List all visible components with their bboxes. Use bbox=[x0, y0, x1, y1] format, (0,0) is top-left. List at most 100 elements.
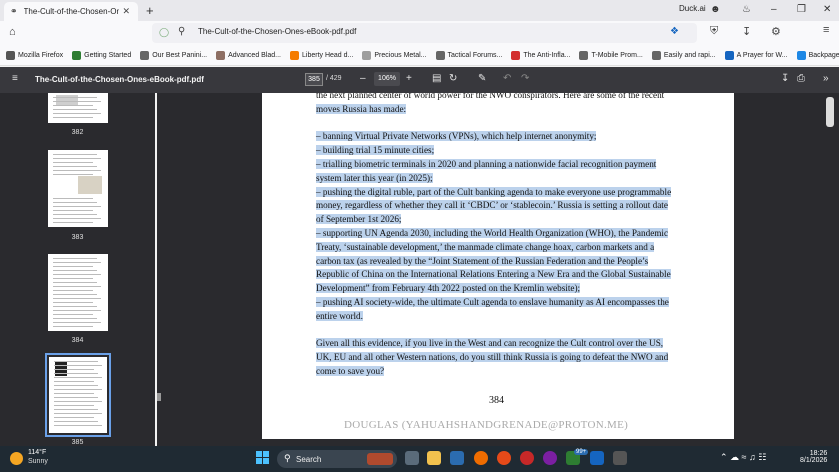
weather-widget[interactable] bbox=[10, 449, 23, 465]
text-line: – trialling biometric terminals in 2020 … bbox=[316, 158, 657, 170]
highlight-icon[interactable]: ✎ bbox=[478, 73, 486, 84]
thumb-text-line bbox=[53, 113, 101, 114]
bookmark-icon[interactable]: ❖ bbox=[670, 26, 679, 37]
thumb-text-line bbox=[53, 109, 97, 110]
mail-icon[interactable] bbox=[450, 451, 464, 465]
windows-taskbar bbox=[0, 446, 839, 472]
main-scrollbar[interactable] bbox=[826, 97, 834, 127]
clock[interactable]: 18:26 8/1/2026 bbox=[800, 450, 827, 464]
page-fit-icon[interactable]: ▤ bbox=[432, 73, 441, 84]
app-icon[interactable] bbox=[613, 451, 627, 465]
thumb-text-line bbox=[54, 409, 98, 410]
globe-icon: ⚭ bbox=[10, 6, 18, 16]
text-line-content: – pushing the digital ruble, part of the… bbox=[316, 186, 672, 197]
text-line-content: – pushing AI society-wide, the ultimate … bbox=[316, 297, 669, 307]
bookmark-item[interactable]: Liberty Head d... bbox=[290, 50, 353, 60]
bookmark-item[interactable]: Tactical Forums... bbox=[435, 50, 502, 60]
bookmark-item[interactable]: Easily and rapi... bbox=[651, 50, 716, 60]
zoom-select[interactable]: 106% bbox=[374, 72, 400, 86]
tab-title: The-Cult-of-the-Chosen-Ones bbox=[23, 7, 119, 16]
bookmark-label: Precious Metal... bbox=[374, 51, 427, 59]
thumbnail-label: 383 bbox=[71, 234, 84, 241]
date: 8/1/2026 bbox=[800, 457, 828, 464]
thumb-text-line bbox=[54, 373, 98, 374]
print-icon[interactable]: ⎙ bbox=[797, 73, 805, 84]
task-view-icon[interactable] bbox=[405, 451, 419, 465]
thumbnail-383[interactable] bbox=[48, 150, 108, 227]
zoom-in-icon[interactable]: + bbox=[406, 73, 412, 84]
bookmark-favicon-icon bbox=[216, 50, 226, 60]
url-text[interactable]: The-Cult-of-the-Chosen-Ones-eBook-pdf.pd… bbox=[198, 27, 356, 36]
active-tab[interactable]: ⚭ The-Cult-of-the-Chosen-Ones ✕ bbox=[4, 2, 138, 21]
bookmarks-bar: Mozilla Firefox Getting Started Our Best P… bbox=[0, 45, 839, 66]
close-window-icon[interactable]: ✕ bbox=[823, 4, 831, 15]
redo-icon[interactable]: ↷ bbox=[521, 73, 529, 84]
page-total: / 429 bbox=[326, 75, 342, 82]
new-tab-button[interactable]: + bbox=[146, 3, 154, 18]
pdf-title: The-Cult-of-the-Chosen-Ones-eBook-pdf.pd… bbox=[35, 75, 204, 84]
bookmark-item[interactable]: Getting Started bbox=[72, 50, 131, 60]
more-tools-icon[interactable]: » bbox=[823, 73, 829, 84]
thumbnail-382[interactable] bbox=[48, 93, 108, 123]
sidebar-toggle-icon[interactable]: ≡ bbox=[12, 73, 18, 84]
thumb-text-line bbox=[54, 389, 102, 390]
extensions-icon[interactable]: ⚙ bbox=[771, 25, 781, 38]
duckduckgo-icon[interactable] bbox=[497, 451, 511, 465]
text-line-content: the next planned center of world power f… bbox=[316, 93, 665, 100]
thumbnail-385[interactable] bbox=[49, 357, 107, 433]
page-number-input[interactable]: 385 bbox=[305, 73, 323, 86]
bookmark-item[interactable]: T-Mobile Prom... bbox=[579, 50, 643, 60]
shield-check-icon[interactable]: ⛨ bbox=[710, 25, 718, 38]
thumb-text-line bbox=[53, 158, 101, 159]
bookmark-item[interactable]: Our Best Panini... bbox=[140, 50, 207, 60]
bookmark-item[interactable]: A Prayer for W... bbox=[724, 50, 788, 60]
app-icon[interactable] bbox=[520, 451, 534, 465]
taskbar-search[interactable] bbox=[277, 450, 397, 468]
text-line: system later this year (in 2025); bbox=[316, 172, 433, 184]
menu-icon[interactable]: ≡ bbox=[823, 24, 829, 36]
app-icon[interactable] bbox=[543, 451, 557, 465]
text-line-content: system later this year (in 2025); bbox=[316, 172, 433, 183]
maximize-icon[interactable]: ❐ bbox=[797, 4, 806, 15]
tray-icons[interactable]: ⌃ ☁ ≈ ♫ ☷ bbox=[720, 452, 766, 463]
bookmark-favicon-icon bbox=[290, 50, 300, 60]
duck-logo-icon[interactable]: ☻ bbox=[710, 4, 721, 15]
home-icon[interactable]: ⌂ bbox=[9, 26, 16, 38]
text-line-content: Republic of China on the International R… bbox=[316, 269, 671, 280]
thumb-text-line bbox=[54, 361, 98, 362]
app-icon[interactable] bbox=[590, 451, 604, 465]
fire-icon[interactable]: ♨ bbox=[742, 4, 751, 15]
download-pdf-icon[interactable]: ↧ bbox=[781, 73, 789, 84]
thumb-text-line bbox=[53, 294, 97, 295]
close-tab-icon[interactable]: ✕ bbox=[123, 6, 131, 17]
text-line: of September 1st 2026; bbox=[316, 213, 402, 225]
thumb-text-line bbox=[53, 105, 93, 106]
text-line: – banning Virtual Private Networks (VPNs… bbox=[316, 130, 597, 142]
bookmark-label: Advanced Blad... bbox=[228, 51, 282, 59]
shield-icon[interactable]: ◯ bbox=[159, 27, 169, 38]
thumb-text-line bbox=[53, 270, 97, 271]
download-icon[interactable]: ↧ bbox=[742, 25, 751, 38]
minimize-icon[interactable]: – bbox=[771, 4, 777, 15]
text-line: carbon tax (as revealed by the “Joint St… bbox=[316, 255, 649, 267]
firefox-icon[interactable] bbox=[474, 451, 488, 465]
bookmark-item[interactable]: The Anti-Infla... bbox=[511, 50, 570, 60]
bookmark-item[interactable]: Advanced Blad... bbox=[216, 50, 282, 60]
text-line-content: – trialling biometric terminals in 2020 … bbox=[316, 159, 657, 169]
page-footer: DOUGLAS (YAHUAHSHANDGRENADE@PROTON.ME) bbox=[344, 419, 629, 431]
undo-icon[interactable]: ↶ bbox=[503, 73, 511, 84]
bookmark-item[interactable]: Mozilla Firefox bbox=[6, 50, 63, 60]
thumb-text-line bbox=[53, 198, 93, 199]
thumb-text-line bbox=[53, 302, 93, 303]
duck-ai-button[interactable]: Duck.ai bbox=[679, 4, 706, 13]
zoom-out-icon[interactable]: – bbox=[360, 73, 366, 84]
text-line-content: moves Russia has made: bbox=[316, 103, 407, 114]
rotate-icon[interactable]: ↻ bbox=[449, 73, 457, 84]
windows-start-icon[interactable] bbox=[256, 451, 269, 464]
thumbnail-384[interactable] bbox=[48, 254, 108, 331]
thumbnail-sidebar: 382 383 384 385 bbox=[0, 93, 155, 446]
bookmark-item[interactable]: Precious Metal... bbox=[362, 50, 427, 60]
bookmark-item[interactable]: Backpage Faye... bbox=[796, 50, 839, 60]
thumb-text-line bbox=[54, 413, 102, 414]
file-explorer-icon[interactable] bbox=[427, 451, 441, 465]
